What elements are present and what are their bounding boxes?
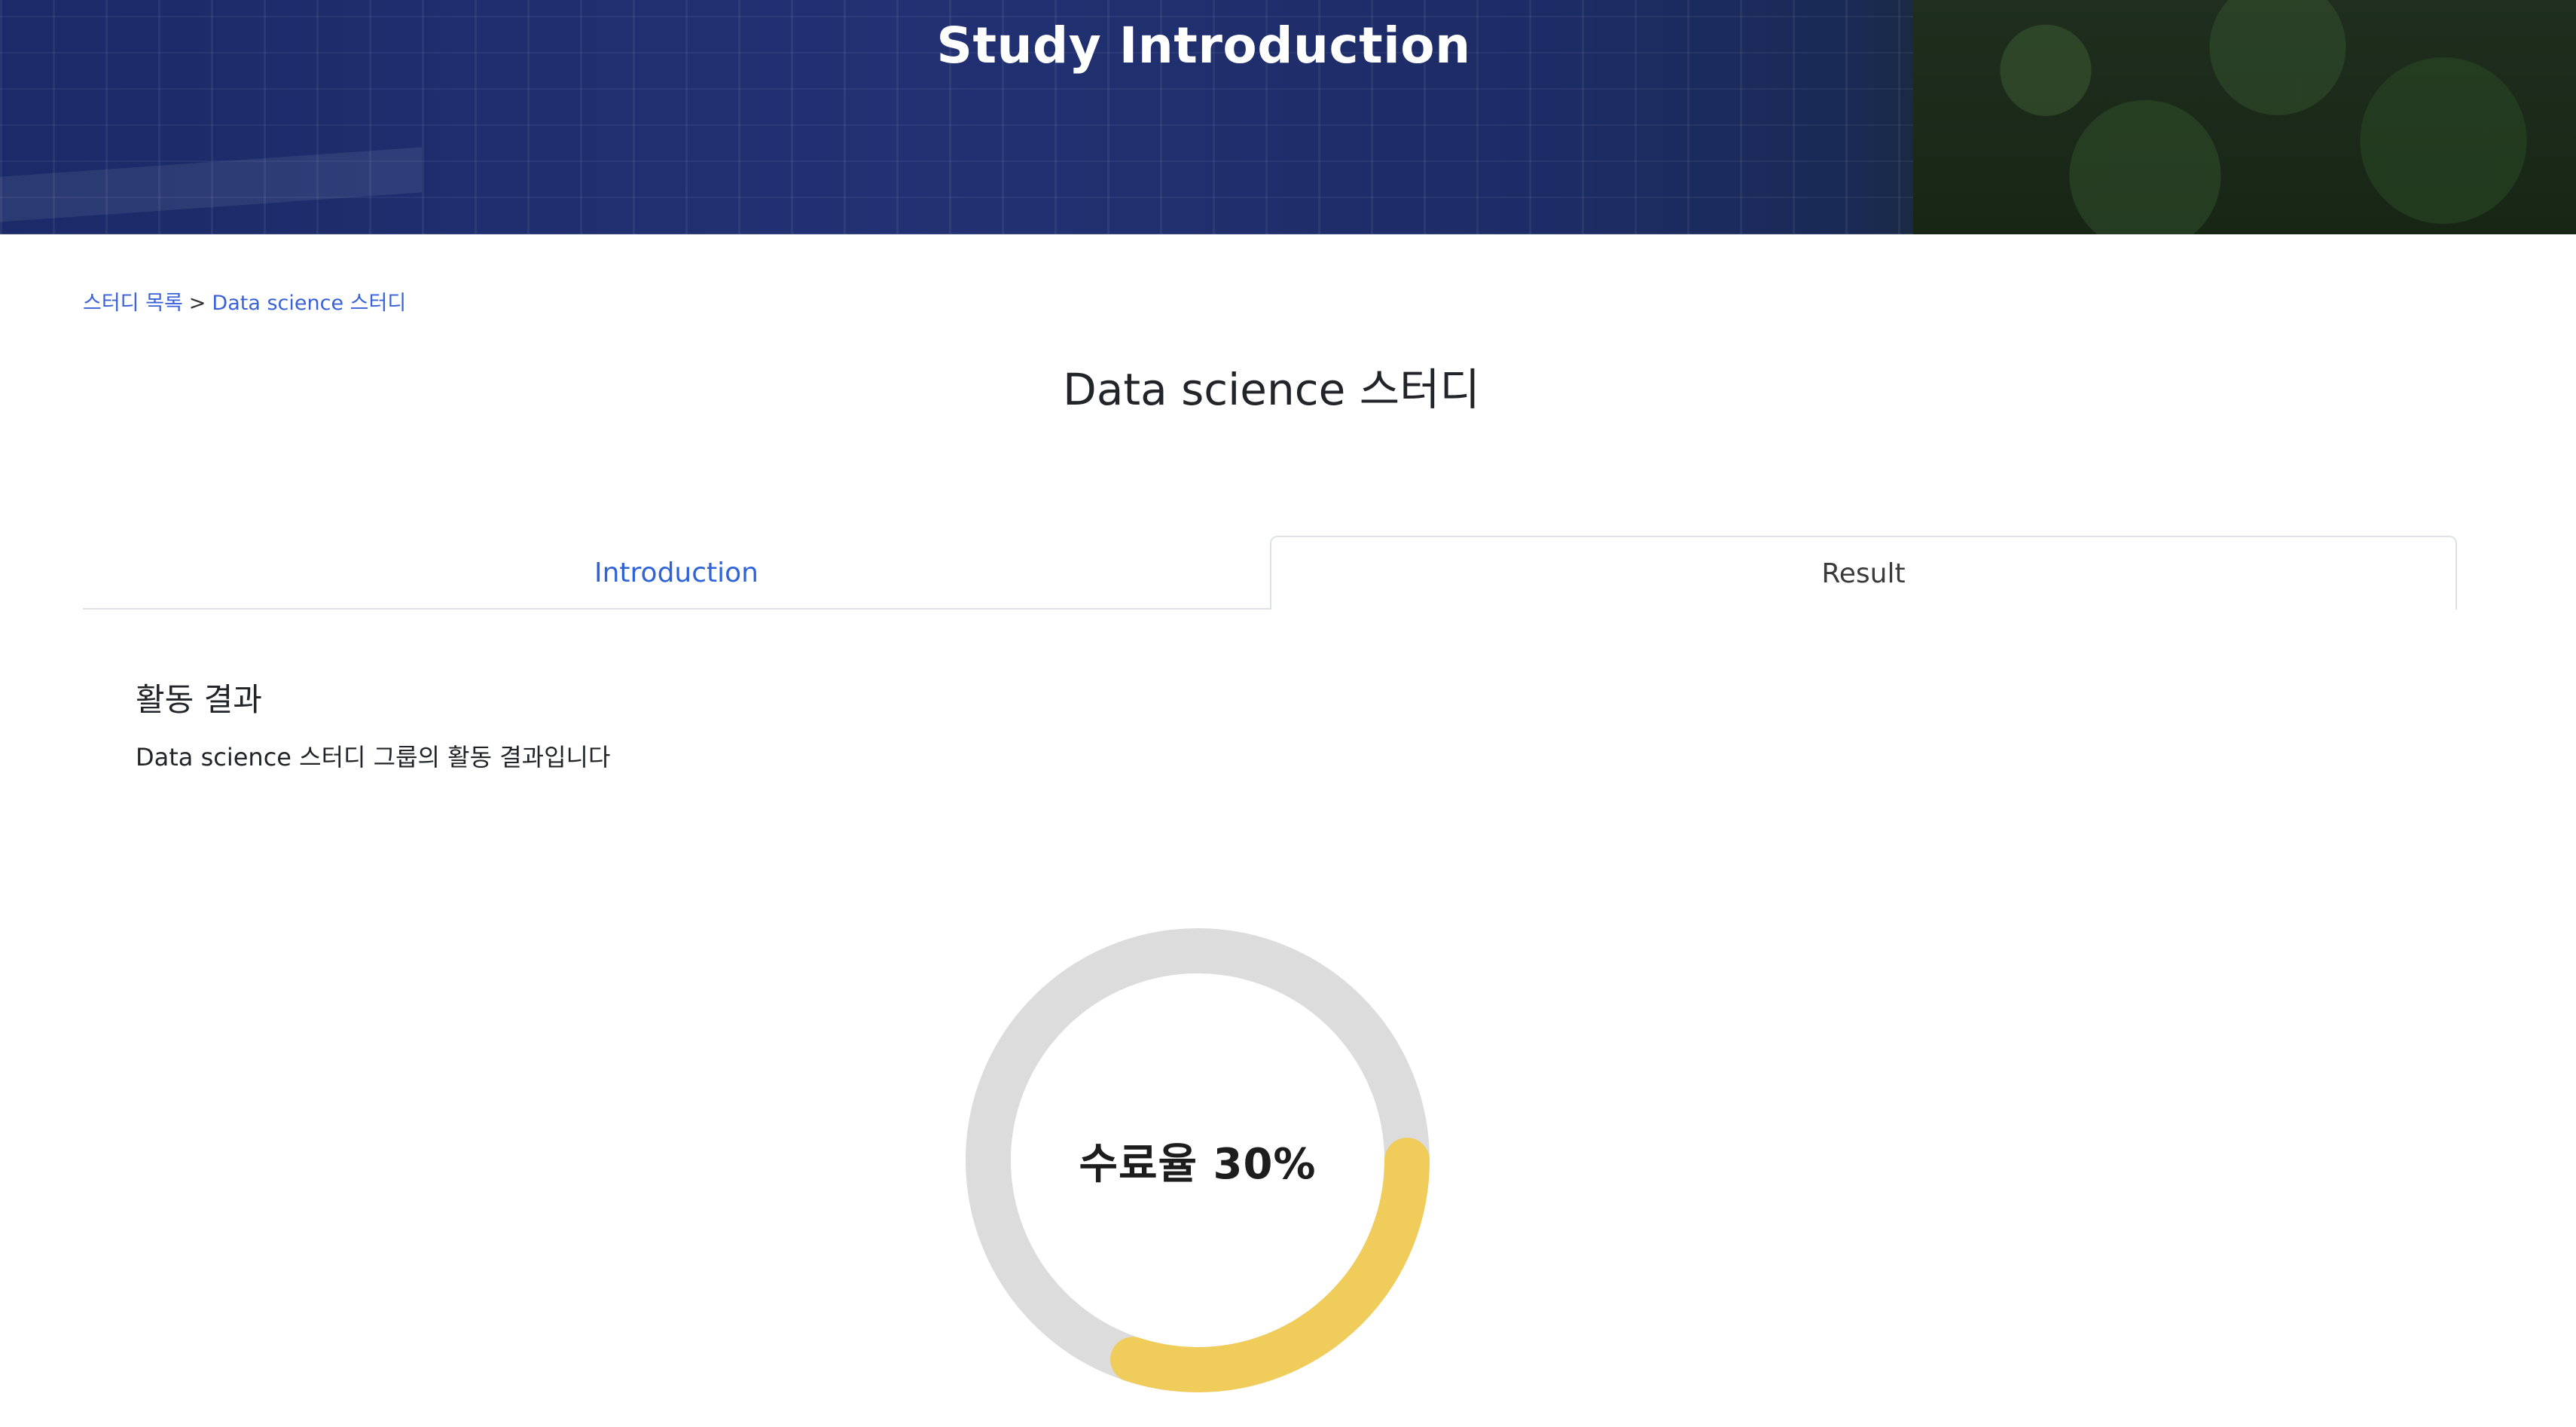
breadcrumb-separator: > (188, 292, 206, 315)
result-description: Data science 스터디 그룹의 활동 결과입니다 (136, 743, 611, 772)
page-title: Data science 스터디 (1063, 364, 1480, 415)
completion-donut: 수료율 30% (964, 927, 1431, 1394)
hero-banner: Study Introduction (0, 0, 2576, 234)
hero-title: Study Introduction (936, 17, 1471, 75)
completion-rate-label: 수료율 30% (1079, 1139, 1317, 1189)
breadcrumb: 스터디 목록 > Data science 스터디 (83, 286, 406, 316)
tab-introduction[interactable]: Introduction (83, 536, 1270, 610)
breadcrumb-study-list-link[interactable]: 스터디 목록 (83, 292, 183, 315)
tab-bar: Introduction Result (83, 536, 2457, 610)
breadcrumb-current-link[interactable]: Data science 스터디 (212, 292, 406, 315)
result-heading: 활동 결과 (136, 681, 262, 718)
tab-result[interactable]: Result (1270, 536, 2457, 610)
